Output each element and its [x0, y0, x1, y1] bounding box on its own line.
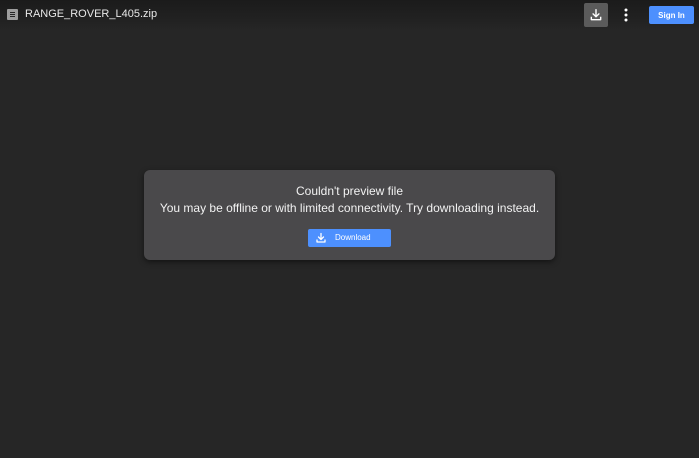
dialog-message: You may be offline or with limited conne… [159, 201, 540, 215]
drive-preview-page: RANGE_ROVER_L405.zip Sign In Couldn't pr… [0, 0, 699, 458]
download-button-label: Download [335, 233, 371, 242]
download-icon [590, 9, 602, 21]
sign-in-button[interactable]: Sign In [649, 6, 694, 24]
dialog-download-button[interactable]: Download [308, 229, 391, 247]
file-name: RANGE_ROVER_L405.zip [25, 8, 158, 20]
dialog-title: Couldn't preview file [295, 184, 403, 198]
preview-error-dialog: Couldn't preview file You may be offline… [144, 170, 555, 260]
more-vertical-icon [624, 8, 628, 22]
download-icon [315, 232, 327, 244]
more-options-button[interactable] [616, 3, 636, 27]
download-button[interactable] [584, 3, 608, 27]
top-bar: RANGE_ROVER_L405.zip Sign In [0, 0, 699, 30]
document-icon [7, 9, 18, 20]
